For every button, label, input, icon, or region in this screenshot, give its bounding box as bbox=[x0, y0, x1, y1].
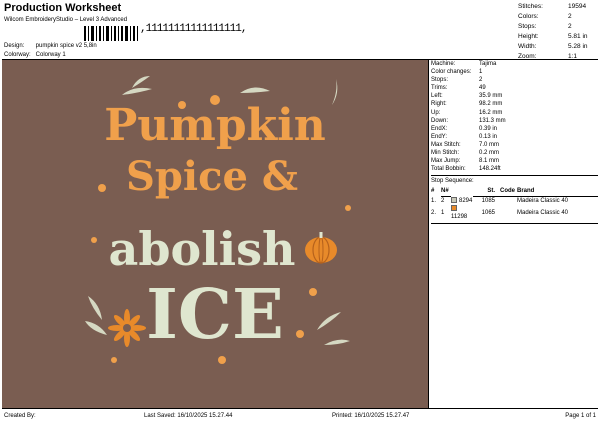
production-worksheet: Production Worksheet Wilcom EmbroiderySt… bbox=[0, 0, 600, 424]
colorway-value: Colorway 1 bbox=[35, 52, 66, 58]
printed-date: Printed: 16/10/2025 15.27.47 bbox=[332, 413, 410, 419]
color-swatch bbox=[451, 196, 457, 203]
pumpkin-icon bbox=[305, 232, 337, 264]
colorway-row: Colorway: Colorway 1 bbox=[4, 52, 66, 58]
table-row: 1. 2 8294 1085 Madeira Classic 40 bbox=[431, 196, 569, 204]
colorway-label: Colorway: bbox=[4, 52, 31, 58]
software-name: Wilcom EmbroideryStudio – Level 3 Advanc… bbox=[4, 17, 128, 23]
page-number: Page 1 of 1 bbox=[565, 413, 596, 419]
footer: Created By: Last Saved: 16/10/2025 15.27… bbox=[4, 413, 596, 419]
design-preview: Pumpkin Spice & abolish ICE bbox=[2, 60, 429, 408]
table-row: 2. 1 11298 1065 Madeira Classic 40 bbox=[431, 205, 598, 221]
footer-divider bbox=[2, 408, 598, 409]
stop-sequence-label: Stop Sequence: bbox=[431, 175, 598, 185]
color-swatch bbox=[451, 205, 457, 212]
summary-row: Width: 5.28 in bbox=[518, 43, 588, 50]
barcode-text: ,11111111111111111, bbox=[140, 23, 247, 35]
barcode-icon bbox=[84, 26, 138, 41]
summary-panel: Stitches: 19594 Colors: 2 Stops: 2 Height: 5… bbox=[518, 2, 598, 62]
artwork-line3: abolish bbox=[109, 222, 296, 276]
artwork-line4: ICE bbox=[146, 275, 284, 355]
panel-divider bbox=[431, 222, 598, 224]
stop-sequence-header: # N# St. Code Brand bbox=[431, 187, 598, 197]
summary-row: Stops: 2 bbox=[518, 23, 572, 30]
last-saved: Last Saved: 16/10/2025 15.27.44 bbox=[144, 413, 233, 419]
artwork-line1: Pumpkin bbox=[104, 100, 326, 151]
created-by: Created By: bbox=[4, 413, 36, 419]
design-label: Design: bbox=[4, 43, 25, 49]
summary-row: Height: 5.81 in bbox=[518, 33, 588, 40]
summary-row: Colors: 2 bbox=[518, 13, 572, 20]
artwork-line2: Spice & bbox=[126, 153, 298, 200]
summary-row: Stitches: 19594 bbox=[518, 3, 587, 10]
page-title: Production Worksheet bbox=[4, 2, 122, 14]
design-artwork: Pumpkin Spice & abolish ICE bbox=[85, 76, 351, 364]
design-row: Design: pumpkin spice v2 5,8in bbox=[4, 43, 97, 49]
flower-icon bbox=[108, 309, 146, 347]
machine-panel: Machine: Tajima Color changes: 1 Stops: 2 T… bbox=[431, 60, 598, 224]
design-value: pumpkin spice v2 5,8in bbox=[35, 43, 97, 49]
